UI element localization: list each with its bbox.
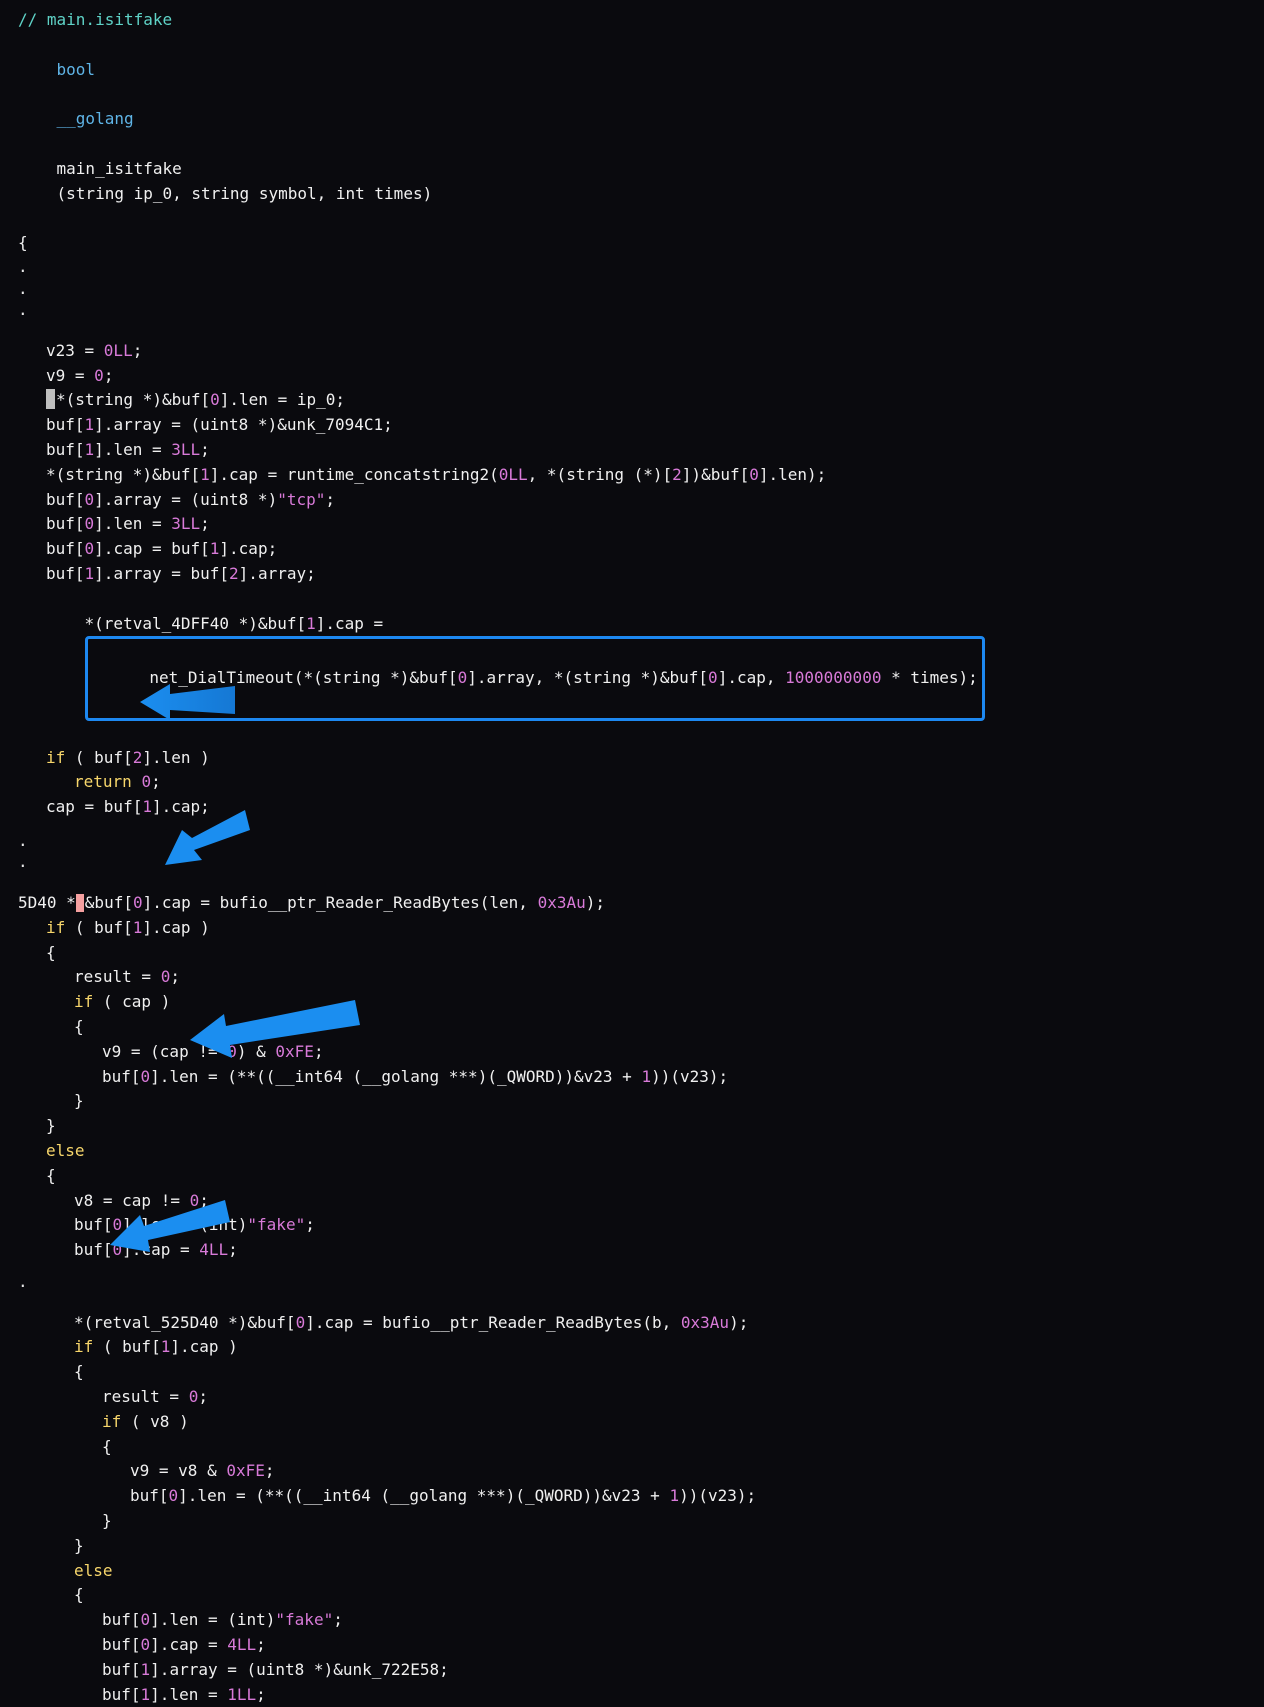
code-line: *(retval_525D40 *)&buf[0].cap = bufio__p…: [18, 1311, 1246, 1336]
code-line: v23 = 0LL;: [18, 339, 1246, 364]
code-line: result = 0;: [18, 965, 1246, 990]
code-line: buf[0].cap = 4LL;: [18, 1633, 1246, 1658]
brace: {: [18, 1164, 1246, 1189]
code-line: *(string *)&buf[0].len = ip_0;: [18, 388, 1246, 413]
highlight-caret-icon: [76, 894, 84, 912]
brace: }: [18, 1509, 1246, 1534]
function-comment: // main.isitfake: [18, 8, 1246, 33]
code-line: buf[1].array = (uint8 *)&unk_722E58;: [18, 1658, 1246, 1683]
return-type: bool: [57, 60, 96, 79]
code-line: if ( cap ): [18, 990, 1246, 1015]
code-line: buf[1].array = buf[2].array;: [18, 562, 1246, 587]
ellipsis-dot: .: [18, 299, 1246, 321]
code-line: result = 0;: [18, 1385, 1246, 1410]
open-brace: {: [18, 231, 1246, 256]
parameters: (string ip_0, string symbol, int times): [57, 184, 433, 203]
code-line: buf[0].len = (int)"fake";: [18, 1608, 1246, 1633]
code-line: v9 = (cap != 0) & 0xFE;: [18, 1040, 1246, 1065]
code-line: buf[0].len = (**((__int64 (__golang ***)…: [18, 1484, 1246, 1509]
code-line: buf[1].array = (uint8 *)&unk_7094C1;: [18, 413, 1246, 438]
ellipsis-dot: .: [18, 830, 1246, 852]
code-line: buf[0].len = (int)"fake";: [18, 1213, 1246, 1238]
code-line: v8 = cap != 0;: [18, 1189, 1246, 1214]
code-line: if ( buf[2].len ): [18, 746, 1246, 771]
brace: {: [18, 1435, 1246, 1460]
calling-convention: __golang: [57, 109, 134, 128]
brace: {: [18, 1015, 1246, 1040]
code-line: v9 = 0;: [18, 364, 1246, 389]
highlight-call-box: net_DialTimeout(*(string *)&buf[0].array…: [85, 636, 985, 720]
code-line: cap = buf[1].cap;: [18, 795, 1246, 820]
brace: }: [18, 1114, 1246, 1139]
brace: {: [18, 1583, 1246, 1608]
code-line: 5D40 *&buf[0].cap = bufio__ptr_Reader_Re…: [18, 891, 1246, 916]
cursor-icon: [46, 389, 55, 409]
code-line: buf[1].len = 3LL;: [18, 438, 1246, 463]
code-line: *(string *)&buf[1].cap = runtime_concats…: [18, 463, 1246, 488]
decompiler-code-view: // main.isitfake bool __golang main_isit…: [18, 8, 1246, 1707]
code-line: buf[0].len = (**((__int64 (__golang ***)…: [18, 1065, 1246, 1090]
code-line: buf[0].cap = 4LL;: [18, 1238, 1246, 1263]
code-line: if ( buf[1].cap ): [18, 916, 1246, 941]
code-line: buf[0].len = 3LL;: [18, 512, 1246, 537]
code-line: buf[0].array = (uint8 *)"tcp";: [18, 488, 1246, 513]
code-line: else: [18, 1559, 1246, 1584]
code-line: buf[1].len = 1LL;: [18, 1683, 1246, 1707]
code-line: else: [18, 1139, 1246, 1164]
brace: }: [18, 1534, 1246, 1559]
function-signature: bool __golang main_isitfake (string ip_0…: [18, 33, 1246, 231]
code-line: v9 = v8 & 0xFE;: [18, 1459, 1246, 1484]
code-line: buf[0].cap = buf[1].cap;: [18, 537, 1246, 562]
code-line: if ( buf[1].cap ): [18, 1335, 1246, 1360]
ellipsis-dot: .: [18, 278, 1246, 300]
code-line: *(retval_4DFF40 *)&buf[1].cap = net_Dial…: [18, 587, 1246, 746]
code-line: return 0;: [18, 770, 1246, 795]
code-line: if ( v8 ): [18, 1410, 1246, 1435]
ellipsis-dot: .: [18, 256, 1246, 278]
ellipsis-dot: .: [18, 1271, 1246, 1293]
ellipsis-dot: .: [18, 851, 1246, 873]
brace: }: [18, 1089, 1246, 1114]
brace: {: [18, 1360, 1246, 1385]
function-name: main_isitfake: [57, 159, 182, 178]
brace: {: [18, 941, 1246, 966]
